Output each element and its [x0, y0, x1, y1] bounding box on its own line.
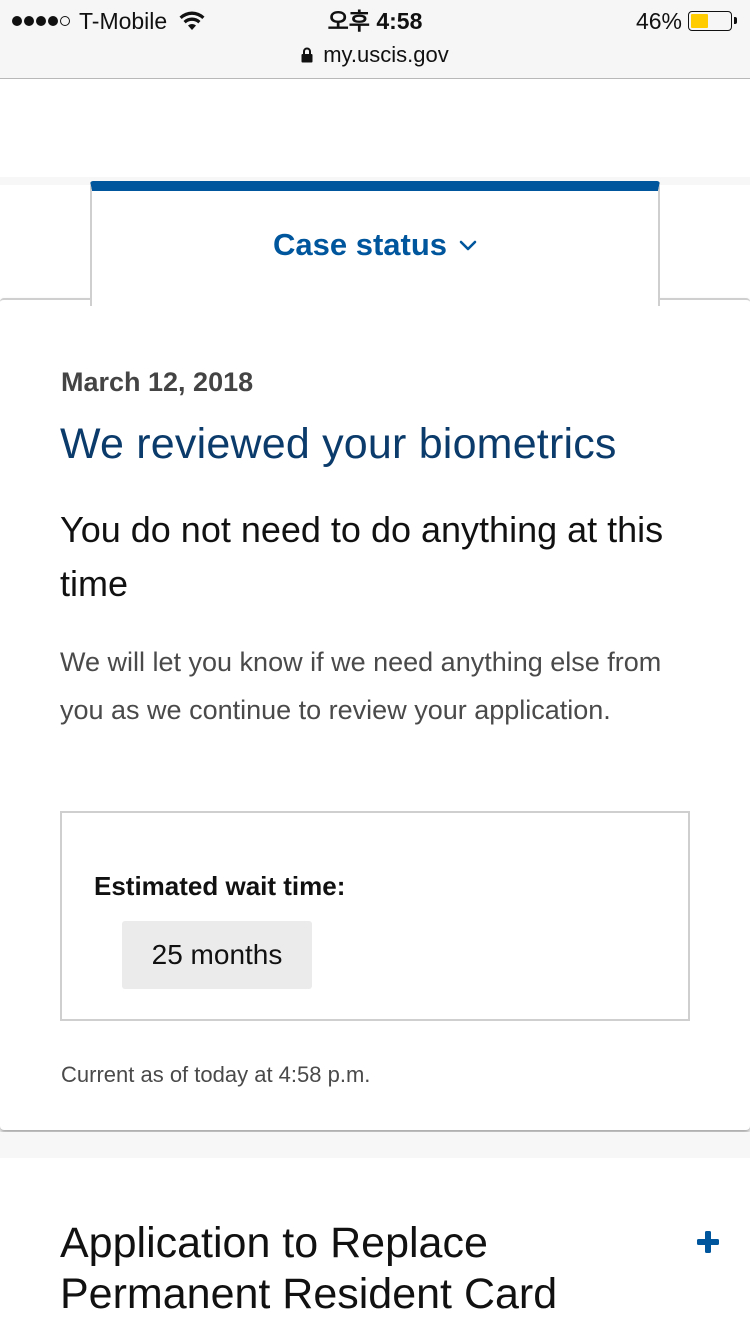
chevron-down-icon	[459, 240, 477, 251]
application-title: Application to Replace Permanent Residen…	[60, 1219, 558, 1318]
battery-level-fill	[691, 14, 709, 28]
lock-icon	[301, 47, 313, 63]
last-updated-text: Current as of today at 4:58 p.m.	[61, 1062, 371, 1087]
status-subhead: You do not need to do anything at this t…	[60, 509, 664, 604]
wait-time-value: 25 months	[122, 921, 312, 989]
case-status-dropdown[interactable]: Case status	[92, 191, 658, 299]
address-bar[interactable]: my.uscis.gov	[0, 40, 750, 70]
status-headline: We reviewed your biometrics	[60, 420, 617, 468]
battery-percent: 46%	[635, 7, 682, 34]
wait-time-box: Estimated wait time: 25 months	[60, 811, 690, 1021]
browser-chrome: T-Mobile 오후 4:58 46% my.uscis.gov	[0, 0, 750, 79]
battery-icon	[688, 11, 737, 31]
wait-time-label: Estimated wait time:	[94, 871, 346, 901]
url-text: my.uscis.gov	[323, 42, 449, 67]
section-separator	[0, 1132, 750, 1158]
tab-label: Case status	[272, 227, 448, 262]
status-bar-right: 46%	[635, 6, 737, 36]
plus-icon[interactable]	[696, 1230, 720, 1254]
application-card[interactable]: Application to Replace Permanent Residen…	[0, 1158, 750, 1334]
status-date: March 12, 2018	[61, 367, 254, 397]
status-description: We will let you know if we need anything…	[60, 647, 662, 725]
tab-case-status: Case status	[90, 181, 660, 306]
